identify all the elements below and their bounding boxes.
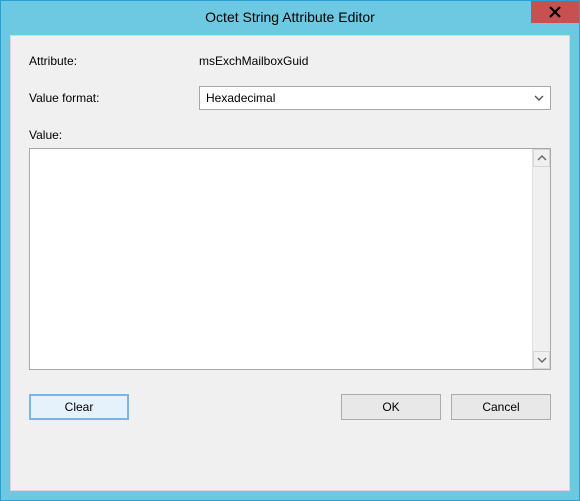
value-format-row: Value format: Hexadecimal bbox=[29, 86, 551, 110]
value-format-label: Value format: bbox=[29, 91, 199, 105]
cancel-button-label: Cancel bbox=[482, 400, 519, 414]
button-row: Clear OK Cancel bbox=[29, 394, 551, 420]
titlebar: Octet String Attribute Editor bbox=[1, 1, 579, 33]
value-textarea[interactable] bbox=[30, 149, 532, 369]
client-area: Attribute: msExchMailboxGuid Value forma… bbox=[10, 35, 570, 491]
value-label: Value: bbox=[29, 128, 551, 142]
value-format-select-wrap: Hexadecimal bbox=[199, 86, 551, 110]
dialog-window: Octet String Attribute Editor Attribute:… bbox=[0, 0, 580, 501]
scroll-up-button[interactable] bbox=[533, 149, 550, 167]
clear-button-label: Clear bbox=[65, 400, 94, 414]
value-format-selected: Hexadecimal bbox=[206, 91, 275, 105]
scroll-down-button[interactable] bbox=[533, 351, 550, 369]
vertical-scrollbar[interactable] bbox=[532, 149, 550, 369]
ok-button[interactable]: OK bbox=[341, 394, 441, 420]
value-field-wrap bbox=[29, 148, 551, 370]
attribute-row: Attribute: msExchMailboxGuid bbox=[29, 54, 551, 68]
close-icon bbox=[549, 6, 561, 18]
chevron-up-icon bbox=[537, 153, 547, 163]
value-format-select[interactable]: Hexadecimal bbox=[199, 86, 551, 110]
attribute-label: Attribute: bbox=[29, 54, 199, 68]
chevron-down-icon bbox=[537, 355, 547, 365]
attribute-value: msExchMailboxGuid bbox=[199, 54, 308, 68]
cancel-button[interactable]: Cancel bbox=[451, 394, 551, 420]
close-button[interactable] bbox=[531, 1, 579, 23]
clear-button[interactable]: Clear bbox=[29, 394, 129, 420]
button-row-right: OK Cancel bbox=[341, 394, 551, 420]
ok-button-label: OK bbox=[382, 400, 399, 414]
chevron-down-icon bbox=[529, 88, 549, 108]
window-title: Octet String Attribute Editor bbox=[205, 9, 375, 25]
